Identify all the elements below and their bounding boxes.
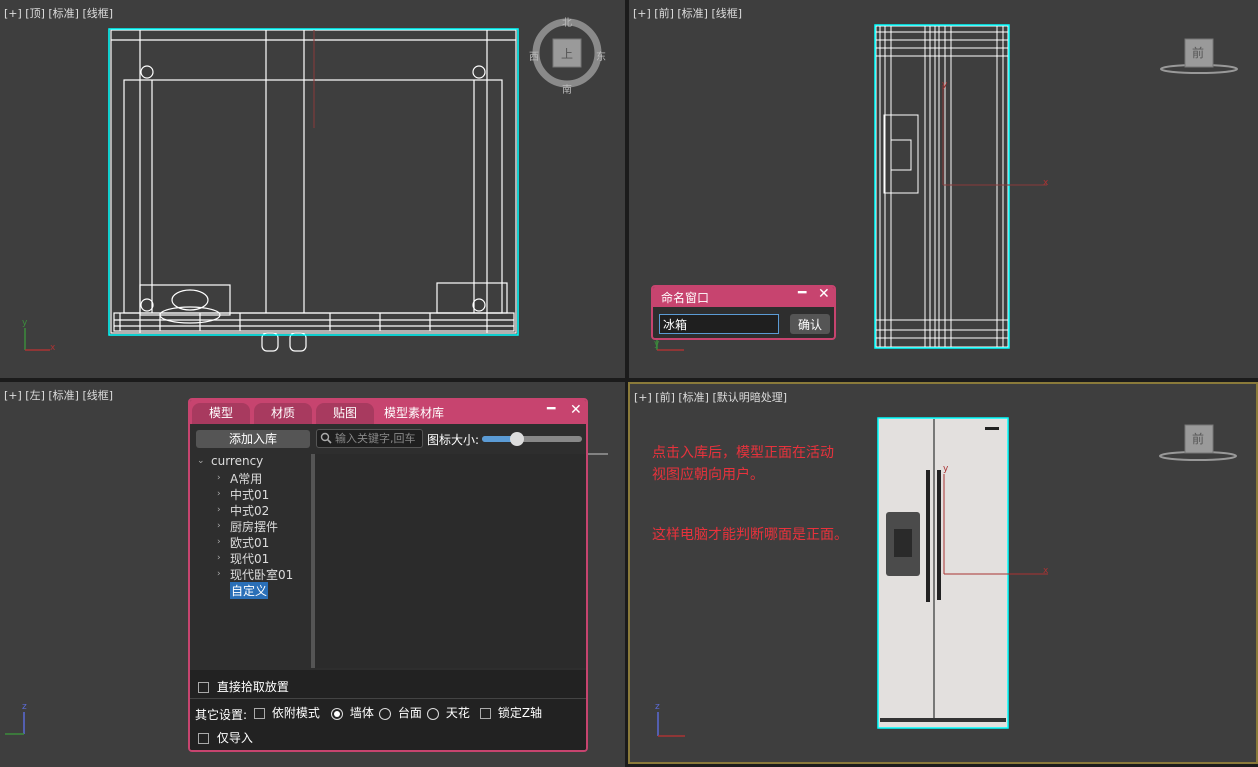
radio-ceiling[interactable] [427,707,439,720]
search-input[interactable]: 输入关键字,回车 [316,429,423,448]
compass-north-label: 北 [562,18,572,29]
radio-wall-option[interactable]: 墙体 [331,704,374,721]
front-axis-x-label: x [1043,178,1049,188]
radio-ceiling-label: 天花 [445,706,470,720]
tree-item[interactable]: 厨房摆件 [230,518,278,535]
chevron-right-icon[interactable]: › [217,521,221,531]
axis-y-label: y [22,318,28,328]
name-dialog-title: 命名窗口 [661,290,710,305]
direct-pick-label: 直接拾取放置 [216,680,289,694]
lock-z-checkbox[interactable] [480,708,491,719]
chevron-right-icon[interactable]: › [217,505,221,515]
direct-pick-option[interactable]: 直接拾取放置 [198,678,289,695]
icon-size-slider[interactable] [482,432,582,446]
lock-z-label: 锁定Z轴 [497,706,543,720]
tree-root-item[interactable]: currency [211,454,263,468]
tab-material[interactable]: 材质 [254,403,312,424]
library-tab-bar[interactable]: 模型 材质 贴图 模型素材库 ━ ✕ [190,400,586,424]
persp-axis-x-label: x [1043,566,1049,576]
confirm-button[interactable]: 确认 [790,314,830,334]
radio-wall-label: 墙体 [349,706,374,720]
persp-cube-face-label[interactable]: 前 [1192,430,1204,447]
search-icon [320,432,332,444]
import-only-checkbox[interactable] [198,733,209,744]
radio-counter-label: 台面 [397,706,422,720]
direct-pick-checkbox[interactable] [198,682,209,693]
persp-tripod-z-label: z [655,702,660,712]
category-tree[interactable]: ⌄ currency › A常用 › 中式01 › 中式02 › 厨房摆件 › … [192,454,312,668]
compass-south-label: 南 [562,85,572,96]
viewport-perspective[interactable]: [+] [前] [标准] [默认明暗处理] 前 y x z 点击入库后，模型正面… [628,382,1258,764]
minimize-icon[interactable]: ━ [798,287,806,301]
compass-west-label: 西 [529,52,539,63]
chevron-right-icon[interactable]: › [217,569,221,579]
icon-size-slider-knob[interactable] [510,432,524,446]
model-library-dialog[interactable]: 模型 材质 贴图 模型素材库 ━ ✕ 添加入库 输入关键字,回车 图标大小: ⌄… [188,398,588,752]
tree-item[interactable]: 欧式01 [230,534,269,551]
axis-x-label: x [50,343,56,353]
chevron-right-icon[interactable]: › [217,489,221,499]
left-axis-z-label: z [22,702,27,712]
viewport-top[interactable]: [+] [顶] [标准] [线框] 北 南 西 东 上 y x [0,0,625,378]
tab-model[interactable]: 模型 [192,403,250,424]
radio-ceiling-option[interactable]: 天花 [427,704,470,721]
instruction-note-line1: 点击入库后，模型正面在活动 [652,445,834,461]
attach-mode-checkbox[interactable] [254,708,265,719]
front-tripod-y-label: y [654,339,660,349]
tree-item[interactable]: 中式02 [230,502,269,519]
instruction-note-line2: 视图应朝向用户。 [652,467,764,483]
import-only-label: 仅导入 [216,731,253,745]
radio-counter[interactable] [379,707,391,720]
chevron-down-icon[interactable]: ⌄ [197,456,205,466]
chevron-right-icon[interactable]: › [217,537,221,547]
tree-item-selected[interactable]: 自定义 [230,582,269,599]
chevron-right-icon[interactable]: › [217,473,221,483]
tab-texture[interactable]: 贴图 [316,403,374,424]
instruction-note-line3: 这样电脑才能判断哪面是正面。 [652,527,848,543]
tree-item[interactable]: 现代卧室01 [230,566,293,583]
library-title: 模型素材库 [384,406,445,420]
add-to-library-button[interactable]: 添加入库 [196,430,310,448]
library-options: 直接拾取放置 其它设置: 依附模式 墙体 台面 天花 锁定Z轴 仅导入 [190,670,586,750]
attach-mode-label: 依附模式 [271,706,320,720]
tree-item[interactable]: 现代01 [230,550,269,567]
tree-item[interactable]: 中式01 [230,486,269,503]
compass-east-label: 东 [596,52,606,63]
import-only-option[interactable]: 仅导入 [198,729,253,746]
radio-wall[interactable] [331,707,343,720]
lock-z-option[interactable]: 锁定Z轴 [480,704,542,721]
search-placeholder: 输入关键字,回车 [335,432,416,445]
radio-counter-option[interactable]: 台面 [379,704,422,721]
tree-item[interactable]: A常用 [230,470,262,487]
other-settings-label: 其它设置: [195,708,248,722]
fridge-shaded [657,417,1237,737]
name-input[interactable] [659,314,779,334]
close-icon[interactable]: ✕ [818,287,830,302]
model-thumbnail-area[interactable] [315,454,586,668]
name-dialog[interactable]: 命名窗口 ━ ✕ 确认 [651,285,836,340]
icon-size-label: 图标大小: [427,433,480,447]
front-axis-y-label: y [942,80,948,90]
view-cube-face-label[interactable]: 上 [561,45,573,62]
front-cube-face-label[interactable]: 前 [1192,44,1204,61]
close-icon[interactable]: ✕ [570,402,582,418]
minimize-icon[interactable]: ━ [547,401,555,417]
name-dialog-title-bar[interactable]: 命名窗口 [653,287,834,307]
persp-axis-y-label: y [943,464,949,474]
attach-mode-option[interactable]: 依附模式 [254,704,320,721]
chevron-right-icon[interactable]: › [217,553,221,563]
